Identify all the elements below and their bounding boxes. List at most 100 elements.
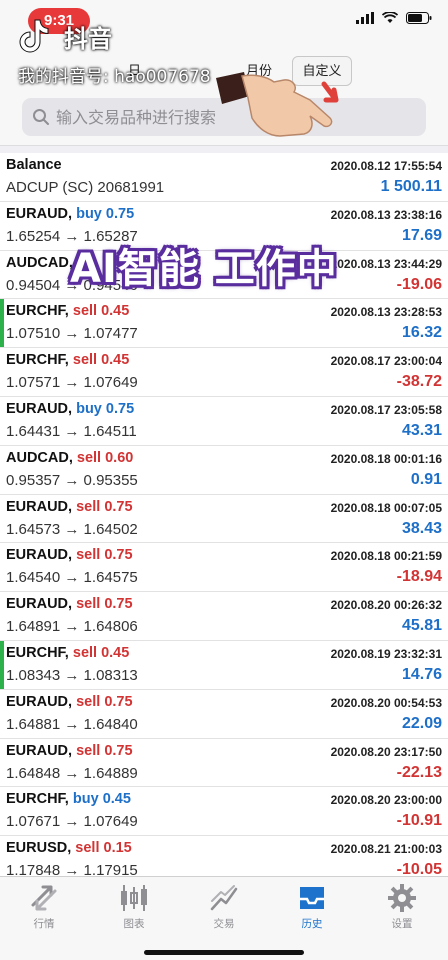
trade-lots: 0.75 [104, 742, 133, 759]
row-profit: 22.09 [401, 714, 442, 732]
bottom-tab-bar: 行情 图表 交易 历史 设置 [0, 876, 448, 960]
symbol-name: EURUSD, [6, 840, 72, 857]
trade-side: sell [76, 596, 101, 613]
symbol-name: EURAUD, [6, 400, 73, 417]
history-icon [300, 887, 324, 909]
trade-side: sell [76, 498, 101, 515]
row-price: 1.07671 → 1.07649 [6, 813, 138, 831]
row-symbol: EURAUD, sell 0.75 [6, 694, 133, 710]
trade-side: sell [72, 352, 98, 369]
row-marker [0, 299, 4, 348]
row-date: 2020.08.17 23:05:58 [330, 402, 442, 417]
chart-icon [121, 885, 147, 911]
trade-lots: 0.75 [105, 400, 135, 417]
row-price: 0.95357 → 0.95355 [6, 471, 138, 489]
tab-history[interactable]: 历史 [282, 883, 342, 931]
trade-side: sell [72, 644, 98, 661]
history-row[interactable]: EURAUD, buy 0.75 2020.08.17 23:05:58 1.644… [0, 396, 448, 446]
history-row[interactable]: EURCHF, buy 0.45 2020.08.20 23:00:00 1.076… [0, 787, 448, 837]
tab-settings[interactable]: 设置 [372, 883, 432, 931]
row-price: 1.08343 → 1.08313 [6, 666, 138, 684]
row-date: 2020.08.20 00:26:32 [330, 598, 442, 613]
row-profit: 14.76 [401, 665, 442, 683]
row-date: 2020.08.13 23:44:29 [330, 256, 442, 271]
history-row[interactable]: EURAUD, sell 0.75 2020.08.20 00:26:32 1.64… [0, 592, 448, 641]
trade-lots: 0.45 [102, 791, 131, 808]
history-row[interactable]: AUDCAD, sell 0.60 2020.08.18 00:01:16 0.95… [0, 445, 448, 495]
row-symbol: AUDCAD, [6, 255, 73, 271]
row-date: 2020.08.17 23:00:04 [330, 354, 442, 369]
row-profit: 38.43 [401, 519, 442, 537]
row-date: 2020.08.19 23:32:31 [330, 646, 442, 661]
trade-lots: 0.15 [103, 840, 132, 857]
trade-lots: 0.75 [104, 693, 133, 710]
row-price: 1.64573 → 1.64502 [6, 520, 138, 538]
settings-icon [388, 884, 416, 912]
row-date: 2020.08.20 23:17:50 [330, 744, 442, 759]
row-symbol: EURCHF, sell 0.45 [6, 645, 129, 661]
row-date: 2020.08.13 23:28:53 [330, 305, 442, 320]
history-row[interactable]: EURCHF, sell 0.45 2020.08.17 23:00:04 1.07… [0, 348, 448, 397]
trade-lots: 0.75 [104, 596, 133, 613]
row-price: 1.64848 → 1.64889 [6, 764, 138, 782]
row-symbol: EURAUD, sell 0.75 [6, 743, 133, 759]
tab-label-quotes: 行情 [33, 918, 55, 930]
trade-icon [210, 885, 238, 911]
trade-side: sell [76, 449, 102, 466]
tab-quotes[interactable]: 行情 [14, 883, 74, 931]
symbol-name: EURAUD, [6, 498, 73, 515]
trade-side: buy [76, 205, 102, 222]
tab-trade[interactable]: 交易 [194, 883, 254, 931]
symbol-name: AUDCAD, [6, 449, 73, 466]
trade-side: buy [76, 400, 102, 417]
row-profit: -22.13 [396, 763, 442, 781]
history-row[interactable]: EURAUD, sell 0.75 2020.08.20 23:17:50 1.64… [0, 738, 448, 788]
trade-lots: 0.75 [104, 547, 133, 564]
history-row[interactable]: EURAUD, sell 0.75 2020.08.18 00:21:59 1.64… [0, 543, 448, 593]
row-price: 1.64881 → 1.64840 [6, 715, 138, 733]
trade-lots: 0.45 [101, 352, 130, 369]
status-icons [356, 12, 432, 24]
symbol-name: EURAUD, [6, 547, 73, 564]
row-symbol: EURUSD, sell 0.15 [6, 840, 132, 856]
pointing-hand-icon [216, 72, 339, 137]
trade-lots: 0.75 [104, 498, 133, 515]
history-row[interactable]: Balance 2020.08.12 17:55:54 ADCUP (SC) 206… [0, 153, 448, 202]
trade-side: sell [76, 742, 101, 759]
row-date: 2020.08.20 23:00:00 [330, 793, 442, 808]
history-row[interactable]: EURAUD, sell 0.75 2020.08.18 00:07:05 1.64… [0, 494, 448, 544]
symbol-name: EURCHF, [6, 791, 69, 808]
tab-label-chart: 图表 [123, 918, 145, 930]
row-symbol: EURCHF, buy 0.45 [6, 791, 131, 807]
history-row[interactable]: EURCHF, sell 0.45 2020.08.13 23:28:53 1.07… [0, 299, 448, 349]
trade-lots: 0.75 [105, 205, 135, 222]
symbol-name: AUDCAD, [6, 254, 73, 271]
trade-side: sell [75, 840, 100, 857]
tiktok-user-id: 我的抖音号: hao007678 [18, 67, 211, 87]
row-date: 2020.08.18 00:07:05 [330, 500, 442, 515]
row-symbol: EURAUD, buy 0.75 [6, 401, 134, 417]
row-date: 2020.08.18 00:01:16 [330, 451, 442, 466]
symbol-name: EURAUD, [6, 693, 73, 710]
row-price: 1.64431 → 1.64511 [6, 422, 137, 440]
row-marker [0, 640, 4, 689]
tiktok-logo-icon [19, 19, 49, 53]
row-symbol: EURCHF, sell 0.45 [6, 352, 129, 368]
home-indicator [144, 950, 304, 955]
row-price: 1.07571 → 1.07649 [6, 374, 138, 392]
row-date: 2020.08.20 00:54:53 [330, 695, 442, 710]
history-row[interactable]: EURCHF, sell 0.45 2020.08.19 23:32:31 1.08… [0, 640, 448, 690]
row-symbol: EURAUD, sell 0.75 [6, 547, 133, 563]
row-profit: 1 500.11 [380, 178, 442, 195]
row-profit: 17.69 [401, 226, 442, 244]
symbol-name: EURAUD, [6, 742, 73, 759]
row-profit: -38.72 [396, 373, 442, 391]
row-symbol: EURAUD, sell 0.75 [6, 499, 133, 515]
row-date: 2020.08.12 17:55:54 [330, 159, 442, 173]
symbol-name: EURCHF, [6, 352, 69, 369]
symbol-name: EURCHF, [6, 644, 69, 661]
quotes-icon [31, 885, 57, 911]
row-profit: 0.91 [410, 470, 442, 488]
tab-chart[interactable]: 图表 [104, 883, 164, 931]
history-row[interactable]: EURAUD, sell 0.75 2020.08.20 00:54:53 1.64… [0, 689, 448, 739]
